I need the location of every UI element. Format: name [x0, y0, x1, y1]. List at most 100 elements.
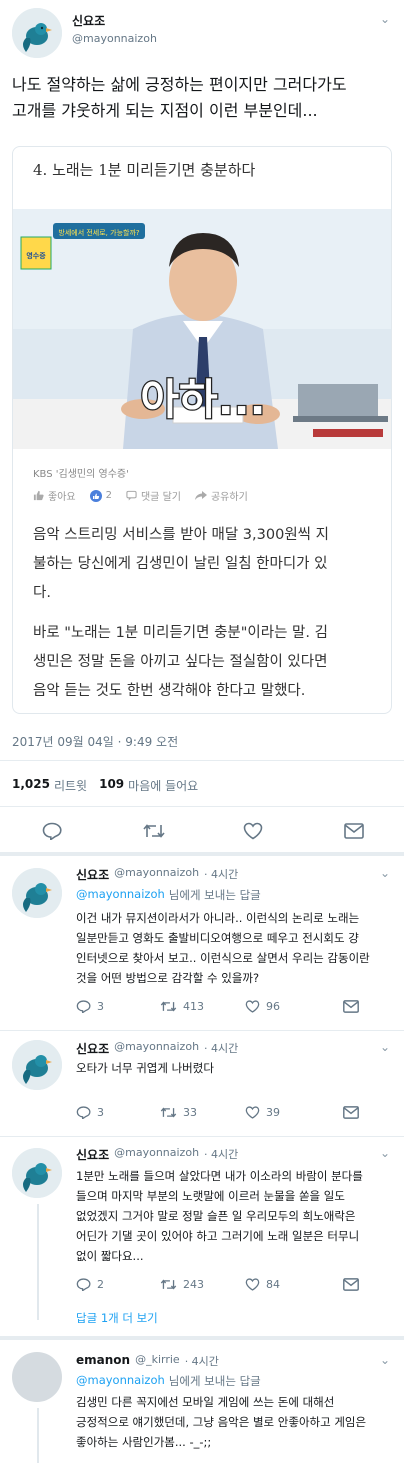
- tweet-text: 나도 절약하는 삶에 긍정하는 편이지만 그러다가도 고개를 갸웃하게 되는 지…: [12, 72, 396, 124]
- reply-to-suffix: 님에게 보내는 답글: [168, 1374, 261, 1388]
- reply-action-reply[interactable]: 3: [76, 1000, 104, 1013]
- reply-header: emanon @_kirrie · 4시간: [76, 1353, 219, 1369]
- reply-time[interactable]: · 4시간: [204, 866, 238, 883]
- reply-icon[interactable]: [42, 822, 62, 840]
- card-paragraph-line: 불하는 당신에게 김생민이 날린 일침 한마디가 있: [33, 556, 328, 572]
- reply-avatar[interactable]: [12, 868, 62, 918]
- reply-icon: [76, 1278, 91, 1291]
- author-name[interactable]: 신요조: [72, 12, 105, 29]
- reply-text-line: 어딘가 기댈 곳이 있어야 하고 그러기에 노래 일분은 터무니: [76, 1229, 360, 1243]
- reply-author-name[interactable]: 신요조: [76, 1146, 109, 1163]
- reply-action-reply[interactable]: 3: [76, 1106, 104, 1119]
- reply-author-handle[interactable]: @mayonnaizoh: [114, 866, 199, 883]
- show-more-replies-link[interactable]: 답글 1개 더 보기: [76, 1310, 158, 1326]
- bird-illustration: [12, 8, 62, 58]
- reply-author-handle[interactable]: @mayonnaizoh: [114, 1040, 199, 1057]
- card-image[interactable]: 방세에서 전세로, 가능할까? 영수증 아하...: [13, 209, 391, 449]
- card-paragraph-line: 생민은 정말 돈을 아끼고 싶다는 절실함이 있다면: [33, 654, 328, 670]
- direct-message-icon[interactable]: [343, 1106, 359, 1119]
- reply-action-reply[interactable]: 2: [76, 1278, 104, 1291]
- reply-author-name[interactable]: 신요조: [76, 1040, 109, 1057]
- card-paragraph-line: 음악 듣는 것도 한번 생각해야 한다고 말했다.: [33, 683, 306, 699]
- reply-time[interactable]: · 4시간: [185, 1353, 219, 1369]
- chevron-down-icon[interactable]: ⌄: [380, 1040, 390, 1054]
- image-logo: 영수증: [26, 251, 46, 260]
- thread-line: [37, 1408, 39, 1463]
- chevron-down-icon[interactable]: ⌄: [380, 866, 390, 880]
- reply-count: 3: [97, 1106, 104, 1119]
- card-like-count: 2: [105, 490, 112, 501]
- like-count: 39: [266, 1106, 280, 1119]
- card-like-label: 좋아요: [48, 492, 76, 503]
- chevron-down-icon[interactable]: ⌄: [380, 12, 390, 26]
- card-like[interactable]: 좋아요: [33, 488, 76, 503]
- card-comment-label: 댓글 달기: [140, 492, 181, 503]
- retweet-icon: [160, 1106, 177, 1119]
- retweet-icon: [160, 1000, 177, 1013]
- reply-action-retweet[interactable]: 413: [160, 1000, 204, 1013]
- reply-text-line: 김생민 다른 꼭지에선 모바일 게임에 쓰는 돈에 대해선: [76, 1395, 335, 1409]
- like-circle-icon: [89, 489, 102, 502]
- card-paragraph-1: 음악 스트리밍 서비스를 받아 매달 3,300원씩 지 불하는 당신에게 김생…: [33, 521, 378, 608]
- reply-header: 신요조 @mayonnaizoh · 4시간: [76, 866, 238, 883]
- card-source: KBS '김생민의 영수증': [33, 469, 129, 480]
- reply-avatar[interactable]: [12, 1352, 62, 1402]
- retweet-count: 33: [183, 1106, 197, 1119]
- chevron-down-icon[interactable]: ⌄: [380, 1353, 390, 1367]
- tweet-timestamp[interactable]: 2017년 09월 04일 · 9:49 오전: [12, 733, 178, 750]
- heart-icon[interactable]: [243, 822, 263, 840]
- author-avatar[interactable]: [12, 8, 62, 58]
- image-overlay-caption: 아하...: [140, 375, 265, 424]
- card-paragraph-2: 바로 "노래는 1분 미리듣기면 충분"이라는 말. 김 생민은 정말 돈을 아…: [33, 619, 378, 706]
- reply-avatar[interactable]: [12, 1148, 62, 1198]
- heart-icon: [245, 1106, 260, 1119]
- reply-action-retweet[interactable]: 33: [160, 1106, 197, 1119]
- reply-text: 이건 내가 뮤지션이라서가 아니라.. 이런식의 논리로 노래는 일분만듣고 영…: [76, 908, 396, 988]
- reply-action-like[interactable]: 96: [245, 1000, 280, 1013]
- reply-author-name[interactable]: emanon: [76, 1353, 130, 1369]
- reply-avatar[interactable]: [12, 1040, 62, 1090]
- retweet-count: 243: [183, 1278, 204, 1291]
- retweet-icon: [160, 1278, 177, 1291]
- divider: [0, 1136, 404, 1137]
- bird-illustration: [12, 1148, 62, 1198]
- divider: [0, 1030, 404, 1031]
- like-label: 마음에 들어요: [128, 779, 199, 793]
- reply-action-like[interactable]: 39: [245, 1106, 280, 1119]
- reply-action-like[interactable]: 84: [245, 1278, 280, 1291]
- direct-message-icon[interactable]: [343, 1278, 359, 1291]
- article-card[interactable]: 4. 노래는 1분 미리듣기면 충분하다 방세에서 전세로, 가능할까? 영수증…: [12, 146, 392, 714]
- retweet-label: 리트윗: [53, 779, 88, 793]
- section-divider: [0, 1336, 404, 1340]
- chevron-down-icon[interactable]: ⌄: [380, 1146, 390, 1160]
- reply-author-name[interactable]: 신요조: [76, 866, 109, 883]
- like-count[interactable]: 109: [99, 777, 124, 794]
- retweet-icon[interactable]: [143, 822, 165, 840]
- share-arrow-icon: [194, 490, 207, 501]
- reply-author-handle[interactable]: @mayonnaizoh: [114, 1146, 199, 1163]
- reply-author-handle[interactable]: @_kirrie: [135, 1353, 180, 1369]
- direct-message-icon[interactable]: [344, 823, 364, 839]
- reply-count: 2: [97, 1278, 104, 1291]
- reply-text-line: 인터넷으로 찾아서 보고.. 이런식으로 살면서 우리는 감동이란: [76, 951, 370, 965]
- bird-illustration: [12, 868, 62, 918]
- author-handle[interactable]: @mayonnaizoh: [72, 32, 157, 45]
- reply-action-retweet[interactable]: 243: [160, 1278, 204, 1291]
- tweet-stats: 1,025 리트윗 109 마음에 들어요: [12, 777, 198, 794]
- reply-time[interactable]: · 4시간: [204, 1146, 238, 1163]
- reply-time[interactable]: · 4시간: [204, 1040, 238, 1057]
- comment-icon: [126, 490, 137, 501]
- card-share[interactable]: 공유하기: [194, 488, 248, 503]
- like-count: 84: [266, 1278, 280, 1291]
- card-comment[interactable]: 댓글 달기: [126, 488, 181, 503]
- reply-text-line: 일분만듣고 영화도 출발비디오여행으로 떼우고 전시회도 걍: [76, 931, 359, 945]
- retweet-count[interactable]: 1,025: [12, 777, 50, 794]
- reply-to-handle[interactable]: @mayonnaizoh: [76, 1373, 165, 1389]
- reply-text-line: 좋아하는 사람인가봄... -_-;;: [76, 1435, 212, 1449]
- image-badge: 방세에서 전세로, 가능할까?: [58, 228, 140, 237]
- direct-message-icon[interactable]: [343, 1000, 359, 1013]
- card-paragraph-line: 바로 "노래는 1분 미리듣기면 충분"이라는 말. 김: [33, 625, 328, 641]
- reply-text: 1분만 노래를 들으며 살았다면 내가 이소라의 바람이 분다를 들으며 마지막…: [76, 1166, 398, 1266]
- reply-to-handle[interactable]: @mayonnaizoh: [76, 887, 165, 903]
- card-social-bar: 좋아요 2 댓글 달기 공유하기: [33, 488, 248, 503]
